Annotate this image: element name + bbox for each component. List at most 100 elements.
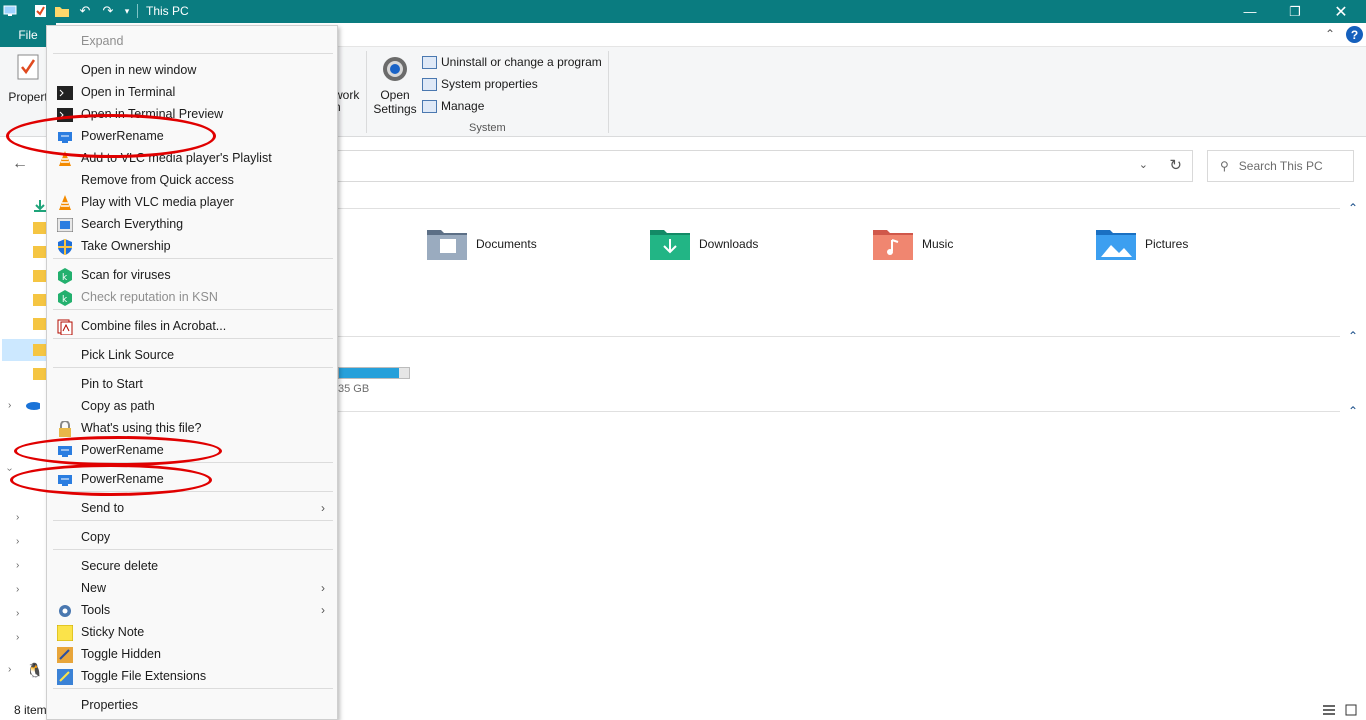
manage-label: Manage [441, 99, 485, 113]
section-collapse-icon[interactable]: ⌃ [1348, 201, 1358, 215]
menu-item-label: Tools [81, 603, 111, 617]
menu-item-pin-to-start[interactable]: Pin to Start [47, 374, 337, 396]
menu-item-open-in-terminal[interactable]: Open in Terminal [47, 82, 337, 104]
computer-icon[interactable] [2, 3, 18, 19]
properties-ribbon-button[interactable]: Propert [6, 53, 50, 104]
folder-documents[interactable]: Documents [426, 227, 537, 261]
uninstall-button[interactable]: Uninstall or change a program [422, 55, 602, 69]
menu-item-take-ownership[interactable]: Take Ownership [47, 236, 337, 258]
menu-item-label: Properties [81, 698, 138, 712]
menu-separator [53, 53, 333, 54]
properties-icon [17, 54, 39, 80]
nav-expand-chevron[interactable]: › [16, 560, 19, 571]
drive-usage-fill [339, 368, 399, 378]
menu-item-label: Open in Terminal [81, 85, 176, 99]
refresh-icon[interactable]: ↻ [1169, 156, 1182, 174]
menu-item-toggle-hidden[interactable]: Toggle Hidden [47, 644, 337, 666]
folder-music[interactable]: Music [872, 227, 953, 261]
acrobat-icon [57, 319, 73, 335]
menu-separator [53, 688, 333, 689]
large-icons-view-icon[interactable] [1345, 704, 1357, 716]
menu-item-check-reputation-in-ksn: k Check reputation in KSN [47, 287, 337, 309]
folder-documents-label: Documents [476, 237, 537, 251]
manage-icon [422, 99, 437, 113]
menu-item-open-in-new-window[interactable]: Open in new window [47, 60, 337, 82]
section-divider [338, 336, 1340, 337]
menu-item-combine-files-in-acrobat[interactable]: Combine files in Acrobat... [47, 316, 337, 338]
menu-item-search-everything[interactable]: Search Everything [47, 214, 337, 236]
close-button[interactable]: ✕ [1318, 0, 1364, 23]
menu-item-label: Scan for viruses [81, 268, 171, 282]
redo-icon[interactable]: ↷ [100, 3, 116, 19]
nav-folder-icon [33, 222, 47, 234]
nav-downloads-icon [34, 200, 46, 212]
address-bar[interactable]: ⌄ ↻ [330, 150, 1193, 182]
nav-expand-chevron[interactable]: › [8, 664, 11, 675]
nav-expand-chevron[interactable]: › [16, 584, 19, 595]
menu-item-toggle-file-extensions[interactable]: Toggle File Extensions [47, 666, 337, 688]
menu-item-expand: Expand [47, 31, 337, 53]
section-collapse-icon[interactable]: ⌃ [1348, 404, 1358, 418]
nav-expand-chevron[interactable]: › [8, 400, 11, 411]
collapse-ribbon-icon[interactable]: ⌃ [1325, 27, 1335, 41]
submenu-chevron-icon: › [321, 581, 325, 595]
item-count: 8 item [14, 703, 47, 717]
menu-item-copy[interactable]: Copy [47, 527, 337, 549]
menu-item-pick-link-source[interactable]: Pick Link Source [47, 345, 337, 367]
menu-item-remove-from-quick-access[interactable]: Remove from Quick access [47, 170, 337, 192]
drive-size-text: 35 GB [338, 383, 370, 395]
new-folder-quick-icon[interactable] [54, 3, 70, 19]
nav-expand-chevron[interactable]: › [16, 632, 19, 643]
open-settings-button[interactable]: Open Settings [373, 53, 417, 116]
nav-expand-chevron[interactable]: › [16, 536, 19, 547]
open-settings-label-1: Open [380, 88, 410, 102]
back-arrow-icon[interactable]: ← [12, 155, 28, 173]
kaspersky-icon: k [57, 268, 73, 284]
ribbon-group-system: System [469, 122, 506, 134]
menu-item-label: Toggle Hidden [81, 647, 161, 661]
menu-item-label: Check reputation in KSN [81, 290, 218, 304]
terminal-icon [57, 85, 73, 101]
nav-folder-icon [33, 246, 47, 258]
menu-item-scan-for-viruses[interactable]: k Scan for viruses [47, 265, 337, 287]
pictures-folder-icon [1096, 230, 1136, 260]
search-icon: ⚲ [1220, 159, 1229, 173]
menu-item-tools[interactable]: Tools › [47, 600, 337, 622]
help-icon[interactable]: ? [1346, 26, 1363, 43]
address-dropdown-icon[interactable]: ⌄ [1139, 158, 1148, 171]
restore-button[interactable]: ❐ [1272, 0, 1318, 23]
nav-folder-icon [33, 368, 47, 380]
menu-item-send-to[interactable]: Send to › [47, 498, 337, 520]
minimize-button[interactable]: — [1227, 0, 1273, 23]
menu-item-new[interactable]: New › [47, 578, 337, 600]
svg-text:k: k [62, 295, 68, 305]
menu-separator [53, 520, 333, 521]
properties-quick-icon[interactable] [32, 3, 48, 19]
submenu-chevron-icon: › [321, 501, 325, 515]
uninstall-icon [422, 55, 437, 69]
undo-icon[interactable]: ↶ [77, 3, 93, 19]
folder-pictures[interactable]: Pictures [1095, 227, 1188, 261]
annotation-ellipse [6, 114, 216, 158]
section-collapse-icon[interactable]: ⌃ [1348, 329, 1358, 343]
manage-button[interactable]: Manage [422, 99, 484, 113]
drive-usage-bar [338, 367, 410, 379]
menu-item-play-with-vlc-media-player[interactable]: Play with VLC media player [47, 192, 337, 214]
menu-item-sticky-note[interactable]: Sticky Note [47, 622, 337, 644]
search-input[interactable]: ⚲ Search This PC [1207, 150, 1354, 182]
menu-item-label: Copy [81, 530, 111, 544]
menu-item-secure-delete[interactable]: Secure delete [47, 556, 337, 578]
customize-toolbar-icon[interactable]: ▾ [119, 3, 135, 19]
menu-item-properties[interactable]: Properties [47, 695, 337, 717]
nav-folder-icon [33, 344, 47, 356]
vlc-icon [57, 195, 73, 211]
details-view-icon[interactable] [1323, 704, 1335, 716]
nav-expand-chevron[interactable]: › [16, 608, 19, 619]
nav-expand-chevron[interactable]: › [16, 512, 19, 523]
nav-collapse-chevron[interactable]: › [4, 468, 15, 471]
system-properties-button[interactable]: System properties [422, 77, 538, 91]
folder-downloads[interactable]: Downloads [649, 227, 758, 261]
menu-item-copy-as-path[interactable]: Copy as path [47, 396, 337, 418]
properties-label: Propert [8, 90, 48, 104]
menu-item-label: Secure delete [81, 559, 159, 573]
